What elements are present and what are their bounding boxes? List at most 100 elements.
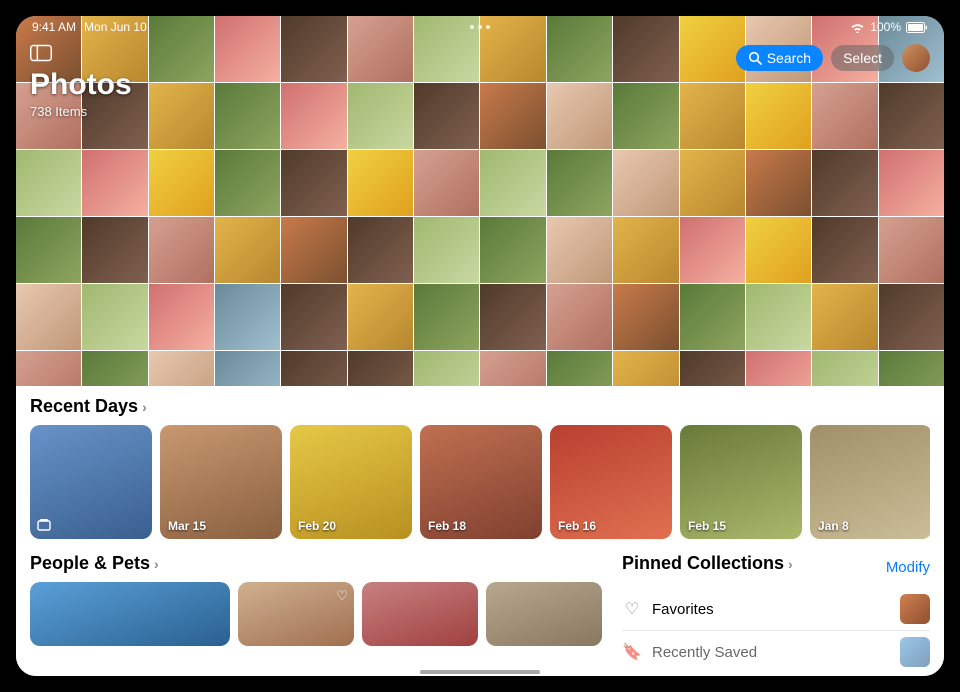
bookmark-icon: 🔖 [622, 642, 642, 662]
photo-thumb[interactable] [812, 284, 877, 350]
search-button[interactable]: Search [736, 45, 823, 71]
home-indicator[interactable] [420, 670, 540, 674]
shared-library-icon [36, 517, 52, 533]
people-pets-row[interactable]: ♡ [30, 582, 602, 646]
photo-thumb[interactable] [414, 284, 479, 350]
photo-thumb[interactable] [215, 150, 280, 216]
photo-thumb[interactable] [16, 150, 81, 216]
page-title: Photos [30, 68, 132, 102]
photo-thumb[interactable] [746, 351, 811, 386]
photo-thumb[interactable] [680, 351, 745, 386]
photo-thumb[interactable] [149, 351, 214, 386]
photo-thumb[interactable] [746, 284, 811, 350]
photo-thumb[interactable] [480, 284, 545, 350]
photo-thumb[interactable] [746, 150, 811, 216]
photo-thumb[interactable] [281, 284, 346, 350]
photo-thumb[interactable] [812, 217, 877, 283]
photo-thumb[interactable] [547, 150, 612, 216]
pinned-item-recently-saved[interactable]: 🔖 Recently Saved [622, 631, 930, 673]
photo-thumb[interactable] [149, 217, 214, 283]
heart-icon: ♡ [622, 599, 642, 619]
photo-thumb[interactable] [149, 284, 214, 350]
photo-thumb[interactable] [613, 351, 678, 386]
recent-day-date: Feb 20 [298, 519, 336, 533]
search-icon [748, 51, 762, 65]
profile-avatar[interactable] [902, 44, 930, 72]
photo-thumb[interactable] [16, 284, 81, 350]
photo-thumb[interactable] [746, 217, 811, 283]
photo-thumb[interactable] [414, 217, 479, 283]
recent-day-card[interactable]: Feb 15 [680, 425, 802, 539]
photo-thumb[interactable] [680, 284, 745, 350]
photo-thumb[interactable] [613, 150, 678, 216]
pinned-thumb [900, 637, 930, 667]
header-left: Photos 738 Items [30, 44, 132, 119]
photo-thumb[interactable] [879, 284, 944, 350]
person-card[interactable] [362, 582, 478, 646]
photo-thumb[interactable] [215, 217, 280, 283]
multitask-dots[interactable] [470, 25, 490, 29]
photo-thumb[interactable] [82, 217, 147, 283]
photo-thumb[interactable] [348, 284, 413, 350]
recent-days-heading[interactable]: Recent Days › [30, 396, 930, 417]
recent-days-label: Recent Days [30, 396, 138, 417]
photo-thumb[interactable] [348, 351, 413, 386]
photo-thumb[interactable] [547, 217, 612, 283]
person-card[interactable]: ♡ [238, 582, 354, 646]
photo-thumb[interactable] [16, 217, 81, 283]
photo-thumb[interactable] [613, 217, 678, 283]
status-left: 9:41 AM Mon Jun 10 [32, 20, 147, 34]
photo-thumb[interactable] [414, 150, 479, 216]
photo-thumb[interactable] [879, 351, 944, 386]
modify-button[interactable]: Modify [886, 559, 930, 576]
sidebar-toggle-icon[interactable] [30, 44, 52, 62]
recent-day-card[interactable]: Feb 16 [550, 425, 672, 539]
recent-day-card[interactable]: Feb 20 [290, 425, 412, 539]
pinned-list: ♡ Favorites 🔖 Recently Saved [622, 588, 930, 673]
photo-thumb[interactable] [82, 284, 147, 350]
wifi-icon [850, 22, 865, 33]
photo-thumb[interactable] [215, 284, 280, 350]
status-right: 100% [850, 20, 928, 34]
photo-thumb[interactable] [480, 217, 545, 283]
photo-thumb[interactable] [281, 217, 346, 283]
battery-percent: 100% [870, 20, 901, 34]
photo-thumb[interactable] [149, 150, 214, 216]
photo-thumb[interactable] [480, 351, 545, 386]
photo-thumb[interactable] [680, 150, 745, 216]
photo-thumb[interactable] [348, 150, 413, 216]
photo-thumb[interactable] [281, 150, 346, 216]
pinned-collections-heading[interactable]: Pinned Collections › [622, 553, 793, 574]
photo-thumb[interactable] [82, 351, 147, 386]
pet-card[interactable] [486, 582, 602, 646]
bottom-split: People & Pets › ♡ Pinned Collections [30, 553, 930, 673]
photo-thumb[interactable] [480, 150, 545, 216]
photo-thumb[interactable] [613, 284, 678, 350]
chevron-right-icon: › [142, 399, 147, 415]
photo-thumb[interactable] [215, 351, 280, 386]
photo-thumb[interactable] [547, 351, 612, 386]
photo-thumb[interactable] [879, 150, 944, 216]
recent-day-card[interactable]: Feb 18 [420, 425, 542, 539]
photo-thumb[interactable] [16, 351, 81, 386]
pinned-item-favorites[interactable]: ♡ Favorites [622, 588, 930, 631]
photo-thumb[interactable] [82, 150, 147, 216]
photo-thumb[interactable] [281, 351, 346, 386]
photo-thumb[interactable] [680, 217, 745, 283]
photo-thumb[interactable] [547, 284, 612, 350]
people-pets-heading[interactable]: People & Pets › [30, 553, 602, 574]
photo-thumb[interactable] [348, 217, 413, 283]
heart-icon: ♡ [336, 588, 348, 604]
photo-thumb[interactable] [812, 150, 877, 216]
photo-thumb[interactable] [414, 351, 479, 386]
person-card[interactable] [30, 582, 230, 646]
recent-day-card[interactable]: Jan 8 [810, 425, 930, 539]
photo-thumb[interactable] [812, 351, 877, 386]
recent-days-row[interactable]: Mar 15 Feb 20 Feb 18 Feb 16 Feb 15 Jan 8… [30, 425, 930, 539]
ipad-frame: 9:41 AM Mon Jun 10 100% [0, 0, 960, 692]
recent-day-card[interactable]: Mar 15 [160, 425, 282, 539]
select-button[interactable]: Select [831, 45, 894, 71]
photo-thumb[interactable] [879, 217, 944, 283]
recent-day-date: Jan 8 [818, 519, 849, 533]
recent-day-card[interactable] [30, 425, 152, 539]
